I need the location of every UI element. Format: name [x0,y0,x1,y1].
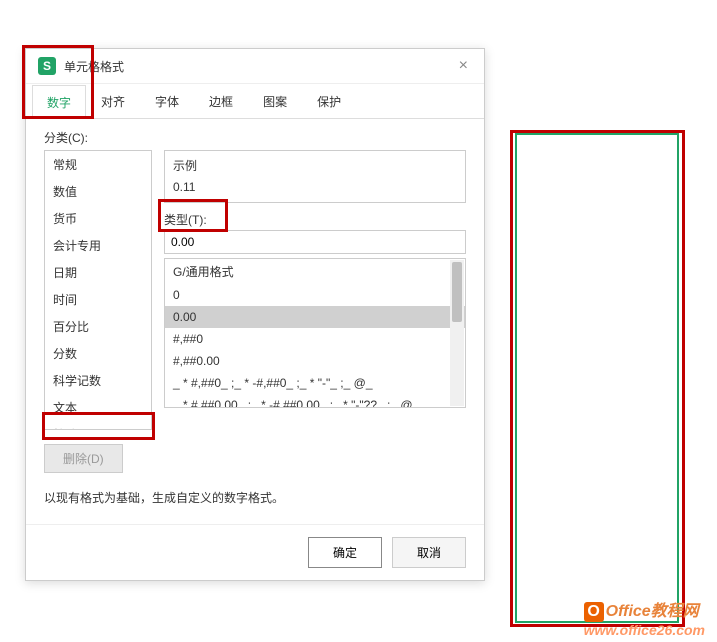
ok-button[interactable]: 确定 [308,537,382,568]
category-item[interactable]: 日期 [45,259,151,286]
tab-数字[interactable]: 数字 [32,85,86,119]
tab-保护[interactable]: 保护 [302,84,356,118]
type-label: 类型(T): [164,211,466,228]
tab-图案[interactable]: 图案 [248,84,302,118]
dialog-tabs: 数字对齐字体边框图案保护 [26,84,484,119]
column-highlight-red [510,130,685,627]
dialog-titlebar: S 单元格格式 × [26,49,484,84]
sample-box: 示例 0.11 [164,150,466,203]
format-item[interactable]: 0.00 [165,306,465,328]
format-item[interactable]: G/通用格式 [165,259,465,284]
format-item[interactable]: _ * #,##0_ ;_ * -#,##0_ ;_ * "-"_ ;_ @_ [165,372,465,394]
watermark-icon: O [584,602,604,622]
tab-对齐[interactable]: 对齐 [86,84,140,118]
watermark-line2: www.office26.com [584,622,705,638]
category-list[interactable]: 常规数值货币会计专用日期时间百分比分数科学记数文本特殊自定义 [44,150,152,430]
tab-字体[interactable]: 字体 [140,84,194,118]
scrollbar[interactable] [450,260,464,406]
category-item[interactable]: 数值 [45,178,151,205]
format-item[interactable]: _ * #,##0.00_ ;_ * -#,##0.00_ ;_ * "-"??… [165,394,465,408]
category-item[interactable]: 会计专用 [45,232,151,259]
format-list[interactable]: G/通用格式00.00#,##0#,##0.00_ * #,##0_ ;_ * … [164,258,466,408]
category-item[interactable]: 百分比 [45,313,151,340]
cell-format-dialog: S 单元格格式 × 数字对齐字体边框图案保护 分类(C): 常规数值货币会计专用… [25,48,485,581]
category-item[interactable]: 分数 [45,340,151,367]
dialog-body: 分类(C): 常规数值货币会计专用日期时间百分比分数科学记数文本特殊自定义 删除… [26,119,484,524]
format-item[interactable]: #,##0 [165,328,465,350]
category-label: 分类(C): [44,129,466,146]
app-icon: S [38,57,56,75]
watermark-line1: Office教程网 [606,603,699,620]
scroll-thumb[interactable] [452,262,462,322]
category-item[interactable]: 时间 [45,286,151,313]
dialog-title: 单元格格式 [64,58,455,75]
format-item[interactable]: #,##0.00 [165,350,465,372]
delete-button[interactable]: 删除(D) [44,444,123,473]
sample-value: 0.11 [173,178,457,196]
category-item[interactable]: 文本 [45,394,151,421]
category-item[interactable]: 特殊 [45,421,151,430]
watermark: OOffice教程网 www.office26.com [584,597,705,638]
category-item[interactable]: 科学记数 [45,367,151,394]
type-input[interactable] [164,230,466,254]
category-item[interactable]: 常规 [45,151,151,178]
dialog-footer: 确定 取消 [26,524,484,580]
category-item[interactable]: 货币 [45,205,151,232]
cancel-button[interactable]: 取消 [392,537,466,568]
tab-边框[interactable]: 边框 [194,84,248,118]
column-selection-green [515,133,679,623]
hint-text: 以现有格式为基础，生成自定义的数字格式。 [44,489,466,506]
format-item[interactable]: 0 [165,284,465,306]
close-icon[interactable]: × [455,57,472,75]
sample-label: 示例 [173,157,457,174]
